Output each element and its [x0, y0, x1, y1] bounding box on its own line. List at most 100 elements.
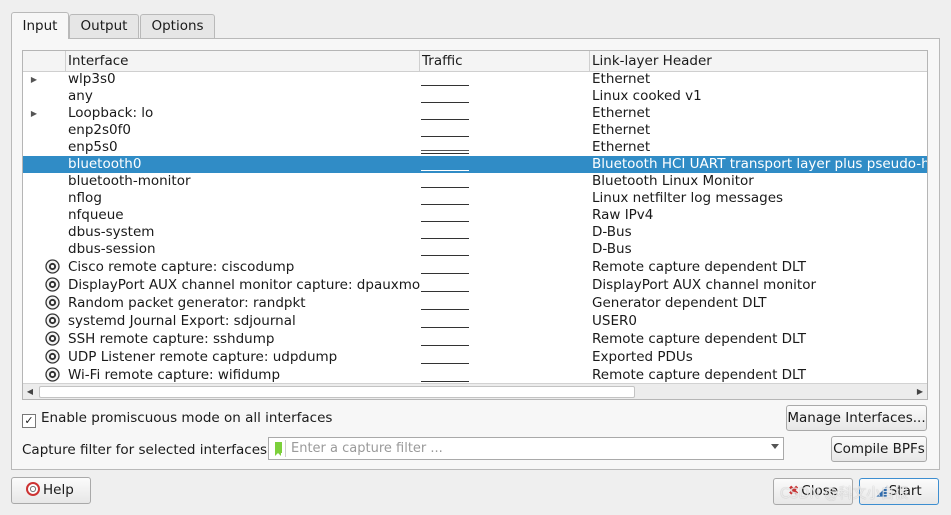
chevron-down-icon[interactable]	[771, 444, 779, 449]
link-layer-header: Bluetooth HCI UART transport layer plus …	[592, 156, 927, 172]
help-label: Help	[43, 482, 74, 498]
tab-options[interactable]: Options	[140, 14, 215, 38]
table-row[interactable]: ▶ wlp3s0 Ethernet	[23, 71, 927, 88]
filter-bookmark-icon[interactable]	[271, 440, 286, 457]
interface-rows: ▶ wlp3s0 Ethernet any Linux cooked v1 ▶ Loopba…	[23, 71, 927, 384]
table-row[interactable]: UDP Listener remote capture: udpdump Expo…	[23, 348, 927, 366]
interface-name: Wi-Fi remote capture: wifidump	[68, 367, 281, 383]
traffic-sparkline	[421, 224, 471, 241]
interface-name: enp5s0	[68, 139, 118, 155]
table-row[interactable]: nflog Linux netfilter log messages	[23, 190, 927, 207]
manage-interfaces-button[interactable]: Manage Interfaces...	[786, 405, 927, 431]
extcap-gear-icon[interactable]	[45, 295, 60, 310]
close-icon: ✖	[787, 483, 800, 499]
extcap-gear-icon[interactable]	[45, 313, 60, 328]
traffic-sparkline	[421, 348, 471, 366]
interface-name: Cisco remote capture: ciscodump	[68, 259, 295, 275]
interface-name: Loopback: lo	[68, 105, 154, 121]
table-row[interactable]: ▶ Loopback: lo Ethernet	[23, 105, 927, 122]
interface-name: any	[68, 88, 93, 104]
horizontal-scrollbar[interactable]: ◀ ▶	[23, 383, 927, 399]
close-button[interactable]: ✖ Close	[773, 478, 853, 505]
traffic-sparkline	[421, 122, 471, 139]
traffic-sparkline	[421, 190, 471, 207]
interface-name: enp2s0f0	[68, 122, 131, 138]
traffic-sparkline	[421, 294, 471, 312]
table-row[interactable]: nfqueue Raw IPv4	[23, 207, 927, 224]
traffic-sparkline	[421, 88, 471, 105]
tab-output[interactable]: Output	[69, 14, 139, 38]
link-layer-header: USER0	[592, 313, 637, 329]
start-button[interactable]: ◢ Start	[859, 478, 939, 505]
table-row[interactable]: bluetooth0 Bluetooth HCI UART transport l…	[23, 156, 927, 173]
link-layer-header: Bluetooth Linux Monitor	[592, 173, 754, 189]
traffic-sparkline	[421, 139, 471, 156]
link-layer-header: Ethernet	[592, 139, 651, 155]
link-layer-header: Remote capture dependent DLT	[592, 331, 806, 347]
link-layer-header: Ethernet	[592, 71, 651, 87]
link-layer-header: Ethernet	[592, 105, 651, 121]
table-row[interactable]: Cisco remote capture: ciscodump Remote ca…	[23, 258, 927, 276]
extcap-gear-icon[interactable]	[45, 259, 60, 274]
extcap-gear-icon[interactable]	[45, 367, 60, 382]
start-icon: ◢	[876, 483, 887, 499]
interface-name: DisplayPort AUX channel monitor capture:…	[68, 277, 420, 293]
input-panel: Interface Traffic Link-layer Header ▶ wlp…	[11, 38, 940, 470]
traffic-sparkline	[421, 366, 471, 384]
link-layer-header: D-Bus	[592, 224, 632, 240]
link-layer-header: Remote capture dependent DLT	[592, 259, 806, 275]
promiscuous-label: Enable promiscuous mode on all interface…	[41, 410, 333, 426]
link-layer-header: Linux cooked v1	[592, 88, 702, 104]
link-layer-header: Raw IPv4	[592, 207, 654, 223]
interface-name: wlp3s0	[68, 71, 116, 87]
table-row[interactable]: enp5s0 Ethernet	[23, 139, 927, 156]
header-interface[interactable]: Interface	[65, 51, 420, 71]
promiscuous-checkbox[interactable]: ✓	[22, 414, 36, 428]
link-layer-header: Linux netfilter log messages	[592, 190, 784, 206]
capture-filter-combo[interactable]	[268, 437, 784, 460]
traffic-sparkline	[421, 312, 471, 330]
traffic-sparkline	[421, 207, 471, 224]
link-layer-header: Ethernet	[592, 122, 651, 138]
tab-input[interactable]: Input	[11, 12, 69, 39]
table-row[interactable]: dbus-system D-Bus	[23, 224, 927, 241]
extcap-gear-icon[interactable]	[45, 331, 60, 346]
traffic-sparkline	[421, 258, 471, 276]
help-button[interactable]: Help	[11, 477, 91, 504]
capture-filter-input[interactable]	[289, 438, 761, 459]
extcap-gear-icon[interactable]	[45, 349, 60, 364]
header-link-layer[interactable]: Link-layer Header	[589, 51, 927, 71]
link-layer-header: Remote capture dependent DLT	[592, 367, 806, 383]
expand-arrow-icon[interactable]: ▶	[29, 105, 39, 122]
promiscuous-option[interactable]: ✓ Enable promiscuous mode on all interfac…	[22, 408, 332, 428]
header-traffic[interactable]: Traffic	[419, 51, 590, 71]
interface-name: bluetooth0	[68, 156, 142, 172]
link-layer-header: D-Bus	[592, 241, 632, 257]
scroll-right-icon[interactable]: ▶	[913, 384, 927, 399]
link-layer-header: Generator dependent DLT	[592, 295, 767, 311]
extcap-gear-icon[interactable]	[45, 277, 60, 292]
scroll-left-icon[interactable]: ◀	[23, 384, 37, 399]
compile-bpfs-button[interactable]: Compile BPFs	[831, 436, 927, 462]
scrollbar-thumb[interactable]	[39, 386, 635, 398]
close-label: Close	[801, 483, 839, 499]
link-layer-header: DisplayPort AUX channel monitor	[592, 277, 817, 293]
table-row[interactable]: systemd Journal Export: sdjournal USER0	[23, 312, 927, 330]
expand-arrow-icon[interactable]: ▶	[29, 71, 39, 88]
table-row[interactable]: enp2s0f0 Ethernet	[23, 122, 927, 139]
header-expand	[23, 51, 65, 71]
table-row[interactable]: dbus-session D-Bus	[23, 241, 927, 258]
table-row[interactable]: bluetooth-monitor Bluetooth Linux Monitor	[23, 173, 927, 190]
table-row[interactable]: Random packet generator: randpkt Generato…	[23, 294, 927, 312]
capture-filter-label: Capture filter for selected interfaces:	[22, 442, 272, 458]
start-label: Start	[888, 483, 922, 499]
table-row[interactable]: SSH remote capture: sshdump Remote captur…	[23, 330, 927, 348]
interface-name: Random packet generator: randpkt	[68, 295, 306, 311]
interface-name: nfqueue	[68, 207, 124, 223]
table-row[interactable]: Wi-Fi remote capture: wifidump Remote cap…	[23, 366, 927, 384]
interface-name: nflog	[68, 190, 102, 206]
table-row[interactable]: DisplayPort AUX channel monitor capture:…	[23, 276, 927, 294]
help-lifebuoy-icon	[26, 482, 40, 496]
interface-name: UDP Listener remote capture: udpdump	[68, 349, 338, 365]
table-row[interactable]: any Linux cooked v1	[23, 88, 927, 105]
